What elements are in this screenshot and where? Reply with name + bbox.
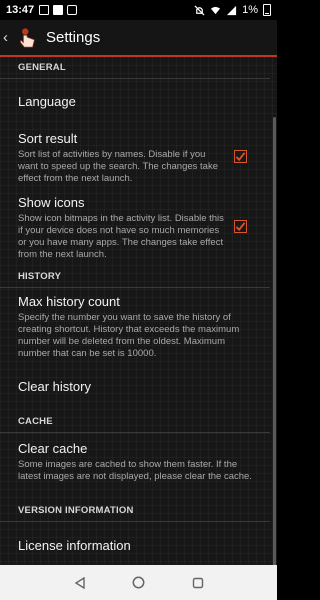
show-icons-title: Show icons bbox=[18, 195, 85, 210]
license-preference[interactable]: License information bbox=[18, 538, 258, 553]
section-general: GENERAL bbox=[0, 57, 270, 79]
signal-icon bbox=[227, 5, 237, 15]
clear-history-title: Clear history bbox=[18, 379, 91, 394]
clear-history-preference[interactable]: Clear history bbox=[18, 379, 258, 394]
hand-pointer-icon[interactable] bbox=[17, 27, 39, 49]
settings-screen: 13:47 1% ‹ Settings GENERAL Language Sor… bbox=[0, 0, 277, 600]
battery-level: 1% bbox=[242, 4, 258, 16]
page-title: Settings bbox=[46, 29, 101, 46]
gallery-notification-icon bbox=[67, 5, 78, 15]
sort-result-title: Sort result bbox=[18, 131, 78, 146]
section-cache: CACHE bbox=[0, 411, 270, 433]
clear-cache-summary: Some images are cached to show them fast… bbox=[18, 459, 252, 482]
license-title: License information bbox=[18, 538, 131, 553]
battery-icon bbox=[263, 4, 271, 16]
max-history-title: Max history count bbox=[18, 294, 120, 309]
clear-cache-preference[interactable]: Clear cache Some images are cached to sh… bbox=[18, 441, 258, 483]
wifi-icon bbox=[211, 6, 221, 14]
show-icons-summary: Show icon bitmaps in the activity list. … bbox=[18, 213, 224, 260]
sort-result-summary: Sort list of activities by names. Disabl… bbox=[18, 149, 218, 184]
section-version: VERSION INFORMATION bbox=[0, 500, 270, 522]
sort-result-preference[interactable]: Sort result Sort list of activities by n… bbox=[18, 131, 258, 185]
language-title: Language bbox=[18, 94, 76, 109]
show-icons-preference[interactable]: Show icons Show icon bitmaps in the acti… bbox=[18, 195, 258, 261]
triangle-back-icon[interactable] bbox=[73, 576, 87, 590]
circle-home-icon[interactable] bbox=[132, 576, 146, 590]
status-bar: 13:47 1% bbox=[0, 0, 277, 20]
settings-list[interactable]: GENERAL Language Sort result Sort list o… bbox=[0, 57, 277, 565]
max-history-summary: Specify the number you want to save the … bbox=[18, 312, 240, 359]
navigation-bar bbox=[0, 565, 277, 600]
mute-icon bbox=[194, 4, 205, 16]
status-right: 1% bbox=[194, 4, 271, 16]
checkmark-icon bbox=[235, 152, 246, 162]
sort-result-checkbox[interactable] bbox=[234, 150, 247, 163]
image-notification-icon bbox=[39, 5, 50, 15]
status-time: 13:47 bbox=[6, 4, 35, 16]
max-history-preference[interactable]: Max history count Specify the number you… bbox=[18, 294, 258, 360]
language-preference[interactable]: Language bbox=[18, 94, 258, 109]
square-recents-icon[interactable] bbox=[191, 576, 205, 590]
clear-cache-title: Clear cache bbox=[18, 441, 88, 456]
section-history: HISTORY bbox=[0, 266, 270, 288]
sim-notification-icon bbox=[53, 5, 64, 15]
scrollbar[interactable] bbox=[273, 117, 276, 565]
checkmark-icon bbox=[235, 222, 246, 232]
action-bar: ‹ Settings bbox=[0, 20, 277, 57]
show-icons-checkbox[interactable] bbox=[234, 220, 247, 233]
back-arrow-icon[interactable]: ‹ bbox=[3, 29, 15, 46]
